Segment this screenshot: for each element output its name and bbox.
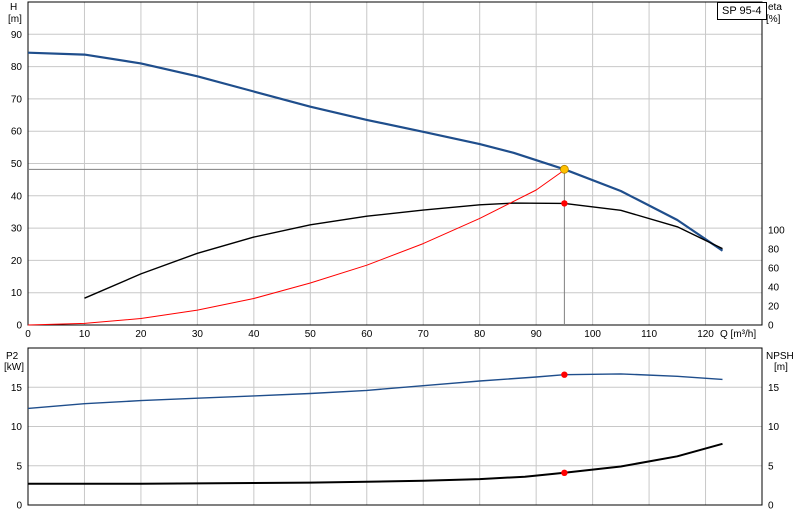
y-tick-label-efficiency: 20 [768,302,780,313]
y-tick-label-npsh: 5 [768,461,774,472]
power-npsh-plot: 0 5 10 15 0 5 10 15 P2[kW] NPSH[m] [4,347,794,512]
y-tick-label-head: 50 [11,159,23,170]
x-tick-label: 120 [697,329,714,340]
x-tick-label: 10 [79,329,91,340]
pump-model-label: SP 95-4 [717,2,767,20]
y-tick-label-efficiency: 60 [768,264,780,275]
y-tick-label-head: 20 [11,256,23,267]
npsh-operating-point [561,469,568,477]
x-tick-label: 70 [418,329,430,340]
x-tick-label: 40 [248,329,260,340]
y-tick-label-p2: 15 [11,383,23,394]
y-axis-unit-efficiency: [%] [766,14,781,25]
y-tick-label-head: 70 [11,94,23,105]
x-tick-label: 60 [361,329,373,340]
y-tick-label-head: 90 [11,30,23,41]
x-tick-label: 100 [584,329,601,340]
y-tick-label-head: 80 [11,62,23,73]
y-axis-unit-npsh: [m] [774,362,788,373]
y-tick-label-efficiency: 80 [768,245,780,256]
system-curve [27,169,565,326]
x-tick-label: 0 [25,329,31,340]
performance-plot: 0 10 20 30 40 50 60 70 80 90 100 110 120 0 10 20 30 40 50 6… [8,1,785,340]
y-tick-label-efficiency: 100 [768,226,785,237]
y-tick-label-npsh: 0 [768,501,774,512]
y-axis-label-npsh: NPSH [766,351,794,362]
y-tick-label-p2: 0 [16,501,22,512]
y-tick-label-npsh: 15 [768,383,780,394]
x-tick-label: 30 [192,329,204,340]
y-tick-label-p2: 10 [11,422,23,433]
y-axis-label-efficiency: eta [768,2,782,13]
x-tick-label: 80 [474,329,486,340]
p2-operating-point [561,371,568,378]
x-tick-label: 50 [305,329,317,340]
y-tick-label-head: 10 [11,288,23,299]
y-axis-label-p2: P2 [6,351,19,362]
x-axis-label: Q [m³/h] [720,329,756,340]
pump-curve-chart: 0 10 20 30 40 50 60 70 80 90 100 110 120010203040506… [4,1,794,512]
head-curve [27,51,724,252]
x-tick-label: 20 [135,329,147,340]
npsh-curve [28,442,723,485]
efficiency-operating-point [561,200,568,207]
y-tick-label-head: 40 [11,191,23,202]
y-tick-label-npsh: 10 [768,422,780,433]
y-tick-label-head: 30 [11,224,23,235]
y-tick-label-head: 0 [16,321,22,332]
y-tick-label-p2: 5 [16,461,22,472]
y-axis-unit-head: [m] [8,14,22,25]
p2-power-curve [27,373,723,410]
y-tick-label-efficiency: 0 [768,321,774,332]
head-operating-point [559,164,569,174]
x-tick-label: 90 [531,329,543,340]
y-tick-label-head: 60 [11,127,23,138]
x-tick-label: 110 [641,329,657,340]
y-axis-unit-p2: [kW] [4,362,24,373]
y-axis-label-head: H [10,2,17,13]
y-tick-label-efficiency: 40 [768,283,780,294]
